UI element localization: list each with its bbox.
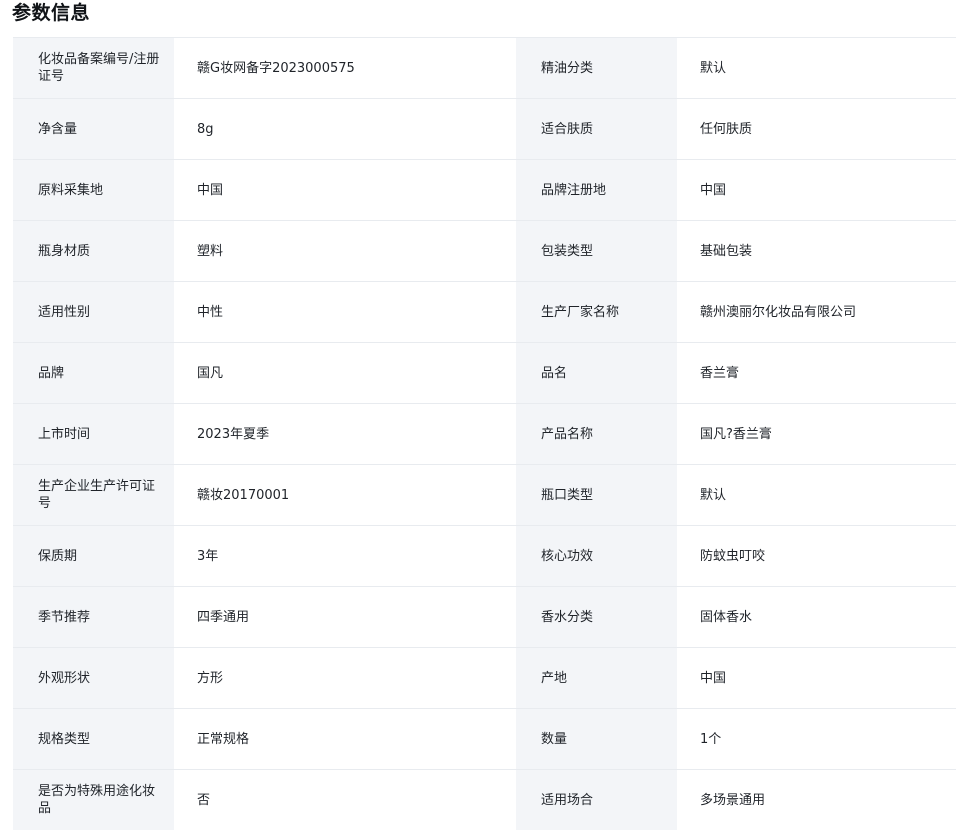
param-value: 默认	[677, 37, 956, 99]
table-row: 化妆品备案编号/注册证号 赣G妆网备字2023000575 精油分类 默认	[13, 37, 956, 99]
param-label: 包装类型	[516, 220, 677, 282]
param-label: 生产厂家名称	[516, 281, 677, 343]
table-row: 品牌 国凡 品名 香兰膏	[13, 342, 956, 404]
param-label: 生产企业生产许可证号	[13, 464, 174, 526]
param-label: 产地	[516, 647, 677, 709]
param-value: 塑料	[174, 220, 516, 282]
param-label: 品牌注册地	[516, 159, 677, 221]
table-row: 外观形状 方形 产地 中国	[13, 647, 956, 709]
param-value: 中性	[174, 281, 516, 343]
param-label: 数量	[516, 708, 677, 770]
param-value: 默认	[677, 464, 956, 526]
param-value: 8g	[174, 98, 516, 160]
param-value: 香兰膏	[677, 342, 956, 404]
param-label: 瓶口类型	[516, 464, 677, 526]
section-title: 参数信息	[12, 2, 91, 24]
param-label: 是否为特殊用途化妆品	[13, 769, 174, 830]
table-row: 上市时间 2023年夏季 产品名称 国凡?香兰膏	[13, 403, 956, 465]
param-value: 赣妆20170001	[174, 464, 516, 526]
param-value: 中国	[174, 159, 516, 221]
param-label: 香水分类	[516, 586, 677, 648]
param-value: 中国	[677, 647, 956, 709]
param-value: 3年	[174, 525, 516, 587]
table-row: 适用性别 中性 生产厂家名称 赣州澳丽尔化妆品有限公司	[13, 281, 956, 343]
param-value: 中国	[677, 159, 956, 221]
param-label: 核心功效	[516, 525, 677, 587]
table-row: 瓶身材质 塑料 包装类型 基础包装	[13, 220, 956, 282]
param-label: 化妆品备案编号/注册证号	[13, 37, 174, 99]
param-label: 精油分类	[516, 37, 677, 99]
param-label: 规格类型	[13, 708, 174, 770]
param-label: 适合肤质	[516, 98, 677, 160]
table-row: 原料采集地 中国 品牌注册地 中国	[13, 159, 956, 221]
table-row: 规格类型 正常规格 数量 1个	[13, 708, 956, 770]
param-value: 方形	[174, 647, 516, 709]
param-value: 多场景通用	[677, 769, 956, 830]
param-value: 国凡	[174, 342, 516, 404]
table-row: 季节推荐 四季通用 香水分类 固体香水	[13, 586, 956, 648]
param-value: 基础包装	[677, 220, 956, 282]
param-label: 品名	[516, 342, 677, 404]
param-value: 2023年夏季	[174, 403, 516, 465]
param-label: 上市时间	[13, 403, 174, 465]
param-label: 季节推荐	[13, 586, 174, 648]
param-label: 瓶身材质	[13, 220, 174, 282]
param-value: 防蚊虫叮咬	[677, 525, 956, 587]
param-label: 产品名称	[516, 403, 677, 465]
params-section: 参数信息 化妆品备案编号/注册证号 赣G妆网备字2023000575 精油分类 …	[0, 0, 956, 830]
param-label: 净含量	[13, 98, 174, 160]
param-label: 外观形状	[13, 647, 174, 709]
param-value: 四季通用	[174, 586, 516, 648]
param-value: 任何肤质	[677, 98, 956, 160]
param-label: 适用场合	[516, 769, 677, 830]
table-row: 生产企业生产许可证号 赣妆20170001 瓶口类型 默认	[13, 464, 956, 526]
param-value: 赣州澳丽尔化妆品有限公司	[677, 281, 956, 343]
param-value: 赣G妆网备字2023000575	[174, 37, 516, 99]
param-value: 正常规格	[174, 708, 516, 770]
table-row: 净含量 8g 适合肤质 任何肤质	[13, 98, 956, 160]
params-table: 化妆品备案编号/注册证号 赣G妆网备字2023000575 精油分类 默认 净含…	[13, 37, 956, 830]
table-row: 是否为特殊用途化妆品 否 适用场合 多场景通用	[13, 769, 956, 830]
param-value: 固体香水	[677, 586, 956, 648]
param-label: 品牌	[13, 342, 174, 404]
param-value: 否	[174, 769, 516, 830]
param-value: 国凡?香兰膏	[677, 403, 956, 465]
param-label: 原料采集地	[13, 159, 174, 221]
param-label: 适用性别	[13, 281, 174, 343]
param-value: 1个	[677, 708, 956, 770]
param-label: 保质期	[13, 525, 174, 587]
table-row: 保质期 3年 核心功效 防蚊虫叮咬	[13, 525, 956, 587]
